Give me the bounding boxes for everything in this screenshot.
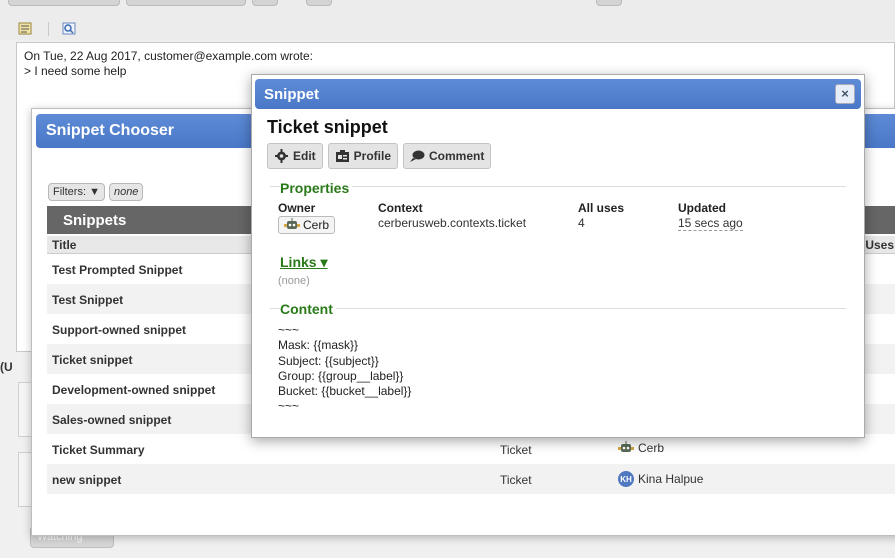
- robot-icon: [618, 441, 634, 452]
- snippet-owner[interactable]: KH Kina Halpue: [618, 471, 703, 487]
- avatar: KH: [618, 471, 634, 487]
- section-divider: [270, 308, 846, 309]
- snippet-title[interactable]: Development-owned snippet: [52, 383, 215, 397]
- snippet-context: Ticket: [500, 473, 532, 487]
- edit-button[interactable]: Edit: [267, 143, 323, 169]
- properties-heading: Properties: [280, 180, 353, 196]
- snippet-content: ~~~ Mask: {{mask}} Subject: {{subject}} …: [278, 323, 412, 414]
- owner-name: Cerb: [303, 218, 330, 232]
- content-heading: Content: [280, 301, 336, 317]
- top-button[interactable]: [126, 0, 246, 6]
- section-divider: [270, 186, 846, 187]
- prop-label: Owner: [278, 201, 316, 215]
- links-value: (none): [278, 275, 310, 287]
- snippet-title[interactable]: new snippet: [52, 473, 121, 487]
- toolbar-divider: [48, 22, 49, 36]
- quote-line: On Tue, 22 Aug 2017, customer@example.co…: [24, 49, 313, 63]
- close-icon: ×: [841, 86, 849, 101]
- profile-button[interactable]: Profile: [327, 143, 399, 169]
- format-icon[interactable]: [18, 22, 32, 35]
- robot-icon: [284, 218, 300, 229]
- owner-name: Kina Halpue: [638, 472, 704, 486]
- edit-label: Edit: [293, 149, 316, 163]
- filters: Filters: ▼ none: [48, 183, 144, 201]
- snippet-title[interactable]: Ticket Summary: [52, 443, 145, 457]
- background-label: (U: [0, 360, 13, 374]
- snippet-context: Ticket: [500, 443, 532, 457]
- chevron-down-icon: ▼: [89, 186, 100, 198]
- snippet-title[interactable]: Support-owned snippet: [52, 323, 186, 337]
- prop-context: Context cerberusweb.contexts.ticket: [378, 201, 526, 230]
- properties: Owner Cerb Context cerberusweb.contexts.…: [278, 201, 844, 243]
- prop-value: 4: [578, 216, 585, 230]
- owner-chip[interactable]: Cerb: [278, 216, 336, 234]
- comment-label: Comment: [429, 149, 485, 163]
- filter-value[interactable]: none: [108, 183, 144, 201]
- prop-label: Context: [378, 201, 423, 215]
- top-toolbar-strip: [0, 0, 895, 40]
- action-buttons: Edit Profile Comment: [267, 143, 492, 169]
- top-button[interactable]: [306, 0, 332, 6]
- close-button[interactable]: ×: [835, 84, 855, 104]
- popup-header: Snippet ×: [255, 79, 861, 109]
- snippet-title[interactable]: Sales-owned snippet: [52, 413, 171, 427]
- snippet-title[interactable]: Ticket snippet: [52, 353, 132, 367]
- snippet-title: Ticket snippet: [267, 117, 388, 137]
- prop-label: All uses: [578, 201, 625, 215]
- snippet-title[interactable]: Test Prompted Snippet: [52, 263, 182, 277]
- comment-icon: [410, 150, 425, 162]
- top-button[interactable]: [252, 0, 278, 6]
- prop-updated: Updated 15 secs ago: [678, 201, 743, 231]
- preview-icon[interactable]: [62, 22, 76, 35]
- links-toggle[interactable]: Links ▾: [280, 254, 327, 271]
- snippet-peek-dialog: Snippet × Ticket snippet Edit Profile Co…: [251, 74, 865, 438]
- table-row[interactable]: Ticket Summary Ticket Cerb: [47, 434, 895, 464]
- filters-dropdown[interactable]: Filters: ▼: [48, 183, 105, 201]
- filters-label: Filters:: [53, 186, 86, 198]
- snippet-title[interactable]: Test Snippet: [52, 293, 123, 307]
- popup-header-title: Snippet: [264, 86, 319, 103]
- top-button[interactable]: [596, 0, 622, 6]
- comment-button[interactable]: Comment: [403, 143, 492, 169]
- prop-owner: Owner Cerb: [278, 201, 336, 235]
- top-button[interactable]: [8, 0, 120, 6]
- snippet-owner[interactable]: Cerb: [618, 441, 664, 455]
- quote-line: > I need some help: [24, 64, 127, 78]
- column-title[interactable]: Title: [52, 238, 76, 252]
- column-uses[interactable]: Uses: [865, 238, 894, 252]
- table-row[interactable]: new snippet Ticket KH Kina Halpue: [47, 464, 895, 494]
- id-card-icon: [335, 150, 349, 162]
- owner-name: Cerb: [638, 441, 665, 455]
- prop-uses: All uses 4: [578, 201, 624, 230]
- gear-icon: [275, 149, 288, 163]
- prop-label: Updated: [678, 201, 726, 215]
- profile-label: Profile: [353, 149, 392, 163]
- prop-value: 15 secs ago: [678, 216, 743, 231]
- prop-value: cerberusweb.contexts.ticket: [378, 216, 527, 230]
